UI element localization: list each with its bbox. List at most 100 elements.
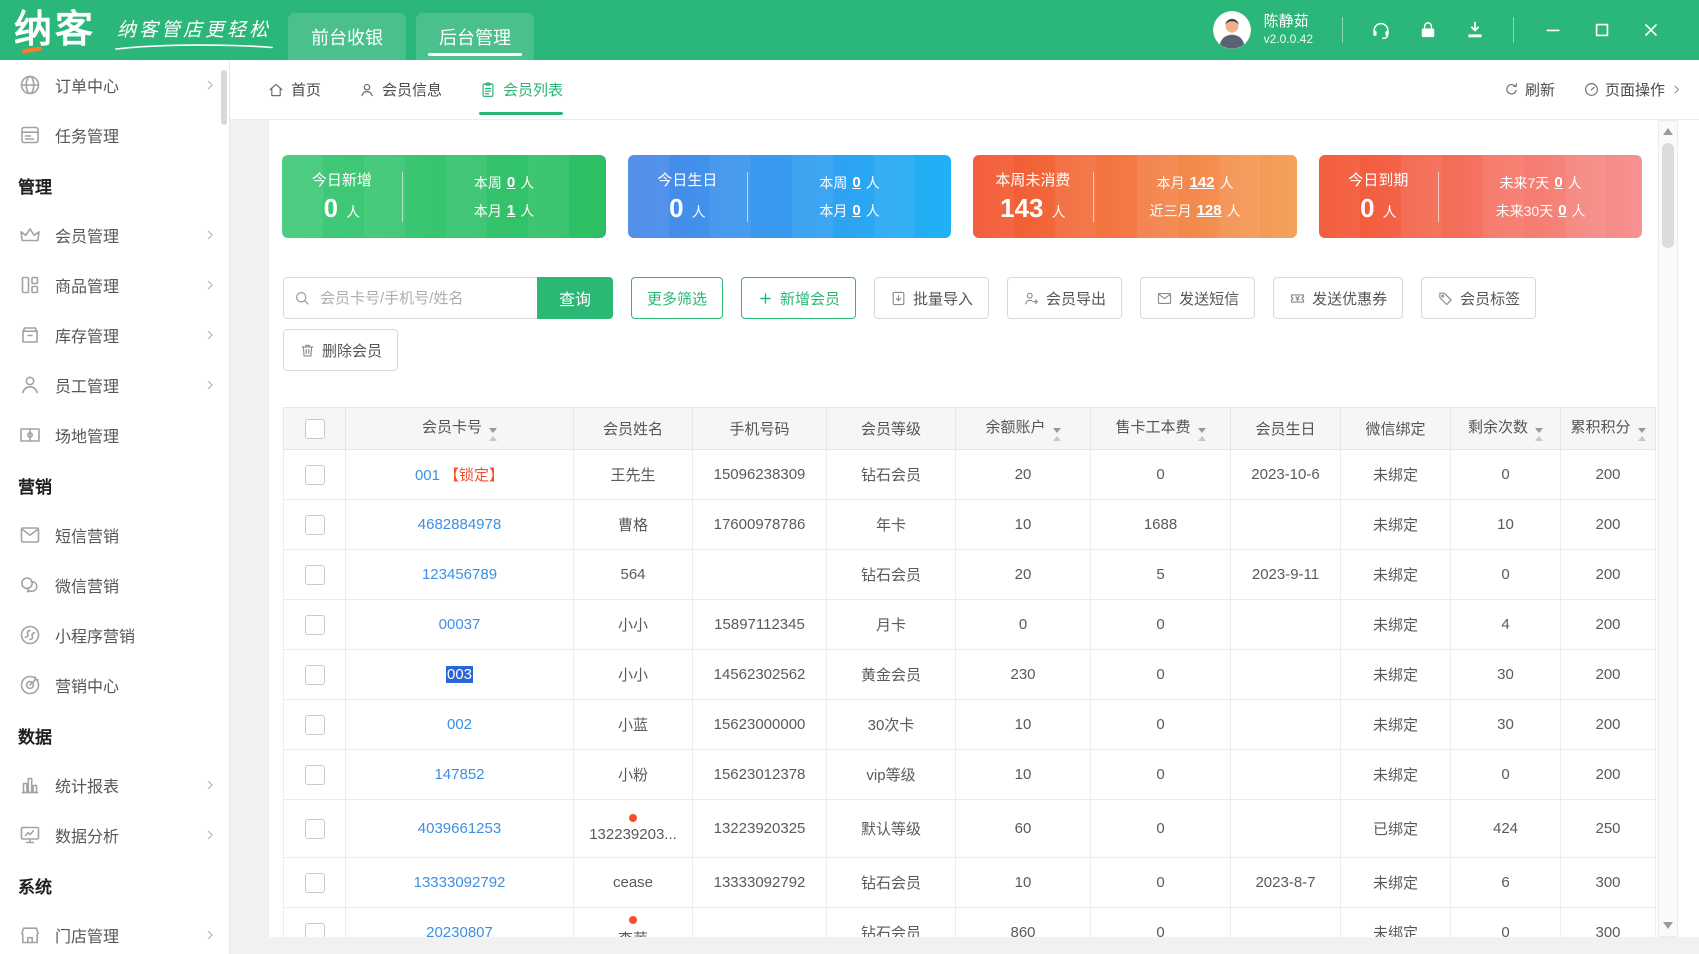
- column-header-label: 微信绑定: [1365, 421, 1425, 438]
- sidebar-item-member-manage[interactable]: 会员管理: [0, 210, 229, 260]
- detail-value[interactable]: 0: [852, 202, 860, 219]
- tab-member-info[interactable]: 会员信息: [358, 60, 442, 119]
- member-card-link[interactable]: 001: [415, 467, 440, 484]
- delete-member-button[interactable]: 删除会员: [283, 329, 398, 371]
- topbar-tab-backend-manage[interactable]: 后台管理: [416, 13, 534, 60]
- maximize-icon[interactable]: [1592, 20, 1612, 40]
- points-cell: 200: [1561, 750, 1656, 800]
- row-checkbox[interactable]: [305, 923, 325, 938]
- page-ops-button[interactable]: 页面操作: [1583, 79, 1683, 100]
- member-card-link[interactable]: 003: [446, 666, 473, 683]
- row-checkbox[interactable]: [305, 819, 325, 839]
- row-checkbox[interactable]: [305, 873, 325, 893]
- remaining-times-cell: 424: [1451, 800, 1561, 858]
- batch-import-button[interactable]: 批量导入: [874, 277, 989, 319]
- checkbox-cell: [284, 650, 346, 700]
- detail-value[interactable]: 142: [1190, 174, 1215, 191]
- phone-cell: 15623000000: [693, 700, 827, 750]
- chevron-right-icon: [203, 928, 217, 942]
- detail-value[interactable]: 0: [1554, 174, 1562, 191]
- refresh-button[interactable]: 刷新: [1503, 79, 1555, 100]
- tab-member-list[interactable]: 会员列表: [479, 60, 563, 119]
- app-slogan: 纳客管店更轻松: [114, 15, 274, 51]
- support-icon[interactable]: [1370, 19, 1392, 41]
- level-cell: vip等级: [827, 750, 956, 800]
- sidebar-item-venue-manage[interactable]: 场地管理: [0, 410, 229, 460]
- sidebar-item-data-analysis[interactable]: 数据分析: [0, 810, 229, 860]
- more-filter-button[interactable]: 更多筛选: [631, 277, 723, 319]
- row-checkbox[interactable]: [305, 515, 325, 535]
- level-cell: 钻石会员: [827, 908, 956, 938]
- close-icon[interactable]: [1641, 20, 1661, 40]
- sort-icon[interactable]: [1198, 428, 1206, 441]
- content-scrollbar[interactable]: [1658, 120, 1678, 937]
- row-checkbox[interactable]: [305, 465, 325, 485]
- member-export-button[interactable]: 会员导出: [1007, 277, 1122, 319]
- member-card-link[interactable]: 20230807: [426, 924, 493, 937]
- sort-icon[interactable]: [1053, 428, 1061, 441]
- row-checkbox[interactable]: [305, 665, 325, 685]
- member-card-link[interactable]: 4682884978: [418, 516, 501, 533]
- member-card-link[interactable]: 4039661253: [418, 820, 501, 837]
- send-coupon-button[interactable]: 发送优惠券: [1273, 277, 1403, 319]
- detail-value[interactable]: 128: [1197, 202, 1222, 219]
- row-checkbox[interactable]: [305, 715, 325, 735]
- sidebar-item-order-center[interactable]: 订单中心: [0, 60, 229, 110]
- scroll-down-arrow[interactable]: [1663, 922, 1673, 929]
- member-card-link[interactable]: 123456789: [422, 566, 497, 583]
- column-header[interactable]: 会员卡号: [346, 408, 574, 450]
- member-card-link[interactable]: 147852: [434, 766, 484, 783]
- member-card-cell: 13333092792: [346, 858, 574, 908]
- scroll-up-arrow[interactable]: [1663, 128, 1673, 135]
- sidebar-scrollbar[interactable]: [221, 70, 227, 125]
- table-row: 00037小小15897112345月卡00未绑定4200: [284, 600, 1656, 650]
- member-card-link[interactable]: 13333092792: [414, 874, 506, 891]
- row-checkbox[interactable]: [305, 765, 325, 785]
- column-header[interactable]: 累积积分: [1561, 408, 1656, 450]
- scrollbar-thumb[interactable]: [1662, 143, 1674, 248]
- member-card-link[interactable]: 00037: [439, 616, 481, 633]
- lock-icon[interactable]: [1417, 19, 1439, 41]
- column-header[interactable]: 余额账户: [956, 408, 1091, 450]
- add-member-button[interactable]: 新增会员: [741, 277, 856, 319]
- send-sms-button[interactable]: 发送短信: [1140, 277, 1255, 319]
- topbar-tab-label: 后台管理: [439, 24, 511, 50]
- button-label: 删除会员: [322, 340, 382, 361]
- balance-cell: 20: [956, 450, 1091, 500]
- sidebar-item-wechat-marketing[interactable]: 微信营销: [0, 560, 229, 610]
- sidebar-item-inventory-manage[interactable]: 库存管理: [0, 310, 229, 360]
- sidebar-item-staff-manage[interactable]: 员工管理: [0, 360, 229, 410]
- sidebar-item-goods-manage[interactable]: 商品管理: [0, 260, 229, 310]
- sort-icon[interactable]: [1638, 428, 1646, 441]
- column-header[interactable]: 剩余次数: [1451, 408, 1561, 450]
- detail-value[interactable]: 0: [1558, 202, 1566, 219]
- minimize-icon[interactable]: [1543, 20, 1563, 40]
- query-button[interactable]: 查询: [537, 277, 613, 319]
- detail-value[interactable]: 1: [507, 202, 515, 219]
- wechat-icon: [18, 573, 42, 597]
- tab-home[interactable]: 首页: [267, 60, 321, 119]
- member-card-link[interactable]: 002: [447, 716, 472, 733]
- topbar-tab-front-cashier[interactable]: 前台收银: [288, 13, 406, 60]
- topbar-divider: [1342, 17, 1343, 43]
- download-icon[interactable]: [1464, 19, 1486, 41]
- sidebar-item-store-manage[interactable]: 门店管理: [0, 910, 229, 954]
- avatar[interactable]: [1213, 11, 1251, 49]
- member-tag-button[interactable]: 会员标签: [1421, 277, 1536, 319]
- detail-value[interactable]: 0: [507, 174, 515, 191]
- row-checkbox[interactable]: [305, 565, 325, 585]
- sidebar-item-marketing-center[interactable]: 营销中心: [0, 660, 229, 710]
- sidebar-item-sms-marketing[interactable]: 短信营销: [0, 510, 229, 560]
- sidebar-item-miniapp-marketing[interactable]: 小程序营销: [0, 610, 229, 660]
- row-checkbox[interactable]: [305, 615, 325, 635]
- search-input[interactable]: [283, 277, 537, 319]
- column-header[interactable]: 售卡工本费: [1091, 408, 1231, 450]
- plus-icon: [757, 290, 774, 307]
- sidebar-item-statistics-report[interactable]: 统计报表: [0, 760, 229, 810]
- select-all-checkbox[interactable]: [305, 419, 325, 439]
- sort-icon[interactable]: [489, 428, 497, 441]
- sidebar-item-task-manage[interactable]: 任务管理: [0, 110, 229, 160]
- detail-label: 未来30天: [1496, 201, 1554, 221]
- sort-icon[interactable]: [1535, 428, 1543, 441]
- detail-value[interactable]: 0: [852, 174, 860, 191]
